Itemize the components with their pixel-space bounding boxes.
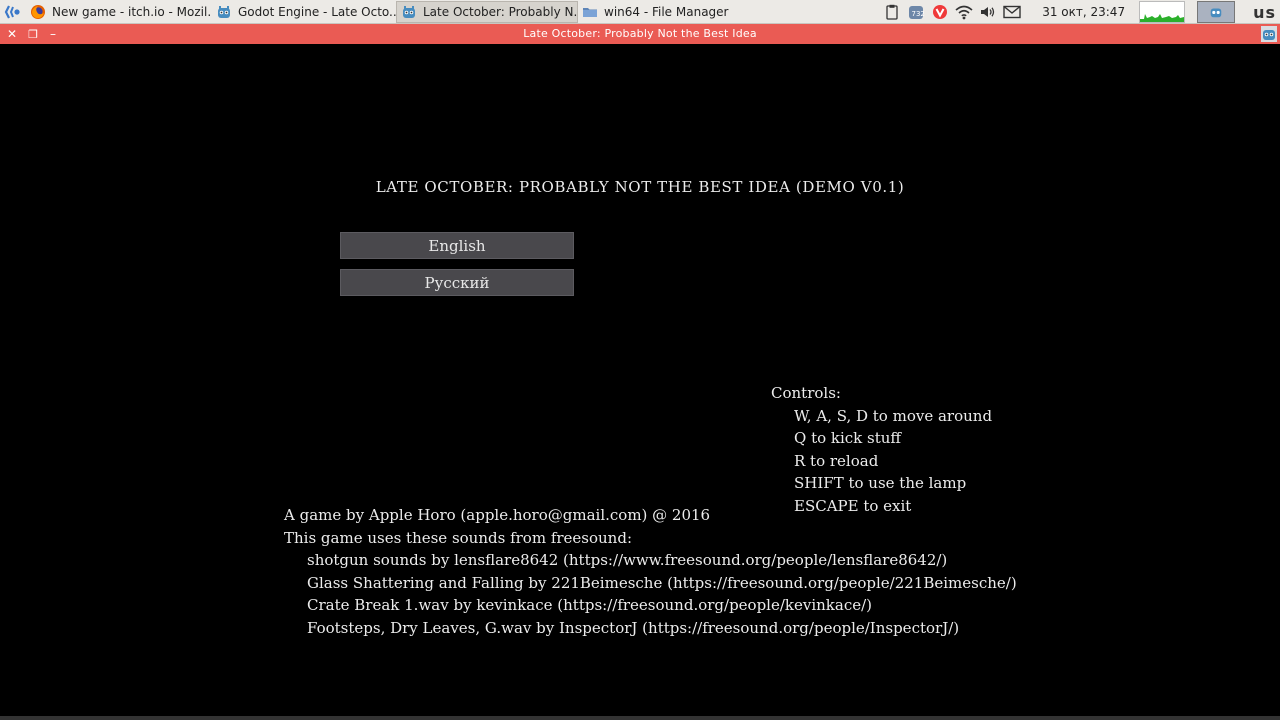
clipboard-icon[interactable] <box>883 3 901 21</box>
taskbar: New game - itch.io - Mozil... Godot Engi… <box>0 0 1280 24</box>
control-kick: Q to kick stuff <box>794 429 902 447</box>
taskbar-item-firefox[interactable]: New game - itch.io - Mozil... <box>26 1 212 23</box>
app-menu-glyph <box>4 5 20 18</box>
keyboard-layout[interactable]: us <box>1253 3 1276 22</box>
wifi-glyph <box>955 5 973 20</box>
credit-sound: Glass Shattering and Falling by 221Beime… <box>307 573 1017 592</box>
battery-badge: 732 <box>911 10 925 18</box>
mail-glyph <box>1003 5 1021 19</box>
taskbar-item-label: Godot Engine - Late Octo... <box>238 4 396 19</box>
cpu-graph[interactable] <box>1139 1 1186 23</box>
control-reload: R to reload <box>794 451 879 470</box>
credit-sound: Crate Break 1.wav by kevinkace (https://… <box>307 596 873 614</box>
controls-panel: Controls: W, A, S, D to move around Q to… <box>771 382 992 517</box>
controls-heading: Controls: <box>771 384 841 402</box>
window-title: Late October: Probably Not the Best Idea <box>523 27 757 40</box>
volume-icon[interactable] <box>979 3 997 21</box>
system-tray: 732 31 окт, 23:47 us <box>880 0 1280 24</box>
taskbar-item-label: New game - itch.io - Mozil... <box>52 4 212 19</box>
godot-icon <box>1261 26 1277 42</box>
volume-glyph <box>981 7 995 17</box>
taskbar-item-file-manager[interactable]: win64 - File Manager <box>578 1 738 23</box>
credit-sound: shotgun sounds by lensflare8642 (https:/… <box>307 551 948 569</box>
game-viewport: LATE OCTOBER: PROBABLY NOT THE BEST IDEA… <box>0 44 1280 716</box>
credit-sound: Footsteps, Dry Leaves, G.wav by Inspecto… <box>307 618 960 637</box>
wifi-icon[interactable] <box>955 3 973 21</box>
credits-panel: A game by Apple Horo (apple.horo@gmail.c… <box>284 504 1017 639</box>
game-title: LATE OCTOBER: PROBABLY NOT THE BEST IDEA… <box>375 178 905 196</box>
russian-button[interactable]: Русский <box>340 269 574 296</box>
godot-icon <box>403 5 415 18</box>
vivaldi-glyph <box>933 5 948 19</box>
taskbar-item-game-window[interactable]: Late October: Probably N... <box>396 0 578 23</box>
vivaldi-icon[interactable] <box>931 3 949 21</box>
window-bottom-border <box>0 716 1280 720</box>
mail-icon[interactable] <box>1003 3 1021 21</box>
firefox-icon <box>31 4 45 19</box>
folder-icon <box>583 7 597 17</box>
control-move: W, A, S, D to move around <box>794 406 993 425</box>
battery-icon[interactable]: 732 <box>907 3 925 21</box>
workspace-pager[interactable] <box>1197 1 1236 23</box>
taskbar-item-label: Late October: Probably N... <box>423 4 578 19</box>
cpu-graph-plot <box>1140 14 1185 22</box>
clock[interactable]: 31 окт, 23:47 <box>1042 5 1125 19</box>
app-menu-icon[interactable] <box>0 0 26 24</box>
godot-icon <box>218 5 230 18</box>
control-lamp: SHIFT to use the lamp <box>794 474 967 492</box>
english-button[interactable]: English <box>340 232 574 259</box>
window-titlebar[interactable]: ✕ ❐ – Late October: Probably Not the Bes… <box>0 24 1280 44</box>
godot-icon <box>1210 8 1222 18</box>
credits-author: A game by Apple Horo (apple.horo@gmail.c… <box>284 506 711 524</box>
taskbar-item-godot-editor[interactable]: Godot Engine - Late Octo... <box>212 1 396 23</box>
credits-sounds-heading: This game uses these sounds from freesou… <box>284 528 632 547</box>
clipboard-glyph <box>886 4 898 20</box>
taskbar-item-label: win64 - File Manager <box>604 4 729 19</box>
